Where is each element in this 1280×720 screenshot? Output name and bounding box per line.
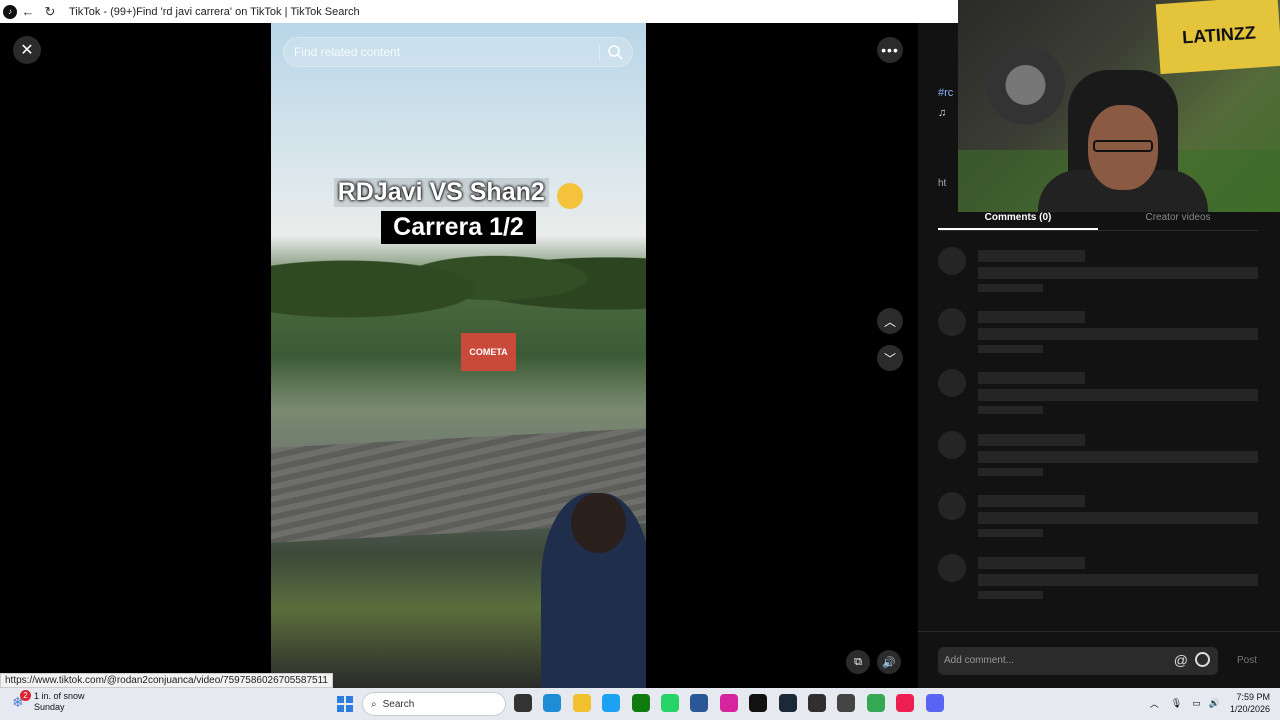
link-status-preview: https://www.tiktok.com/@rodan2conjuanca/… — [0, 673, 333, 688]
snow-icon: ❄ 2 — [12, 690, 31, 710]
chrome-icon[interactable] — [866, 694, 885, 712]
instagram-icon[interactable] — [719, 694, 738, 712]
system-tray: ︿ 🎙 ▭ 🔊 7:59 PM 1/20/2026 — [1150, 691, 1270, 715]
store-icon[interactable] — [690, 694, 709, 712]
comment-skeleton — [938, 247, 1258, 293]
volume-button[interactable]: 🔊 — [877, 650, 901, 674]
comment-placeholder: Add comment... — [944, 655, 1015, 666]
comment-skeleton — [938, 431, 1258, 477]
search-divider — [599, 45, 600, 61]
video-viewer: ✕ COMETA Find related content RDJavi VS … — [0, 23, 918, 688]
more-options-button[interactable]: ••• — [877, 37, 903, 63]
clock-date: 1/20/2026 — [1229, 704, 1270, 714]
back-icon[interactable]: ← — [17, 4, 39, 19]
webcam-overlay: LATINZZ — [958, 0, 1280, 212]
steam-icon[interactable] — [778, 694, 797, 712]
search-icon[interactable] — [607, 44, 623, 60]
search-icon: ⌕ — [371, 698, 377, 710]
webcam-motorcycle — [978, 40, 1073, 130]
reload-icon[interactable]: ↻ — [39, 4, 61, 20]
browser-title-bar: ♪ ← ↻ TikTok - (99+)Find 'rd javi carrer… — [0, 0, 958, 23]
video-billboard: COMETA — [461, 333, 516, 371]
related-content-search[interactable]: Find related content — [283, 37, 633, 67]
weather-widget[interactable]: ❄ 2 1 in. of snow Sunday — [12, 690, 85, 713]
previous-video-button[interactable]: ︿ — [877, 308, 903, 334]
caption-line-2: Carrera 1/2 — [381, 210, 536, 244]
taskbar-search[interactable]: ⌕ Search — [362, 692, 506, 716]
music-peek-icon: ♫ — [938, 107, 947, 119]
video-caption: RDJavi VS Shan2 Carrera 1/2 — [271, 178, 646, 244]
close-button[interactable]: ✕ — [13, 36, 41, 64]
tiktok-red-icon[interactable] — [896, 694, 915, 712]
network-icon[interactable]: ▭ — [1192, 698, 1201, 709]
hashtag-peek[interactable]: #rc — [938, 87, 953, 99]
clock[interactable]: 7:59 PM 1/20/2026 — [1230, 691, 1270, 715]
chevron-up-icon[interactable]: ︿ — [1150, 697, 1159, 710]
picture-in-picture-button[interactable]: ⧉ — [846, 650, 870, 674]
windows-taskbar: ❄ 2 1 in. of snow Sunday ⌕ Search ︿ 🎙 ▭ 🔊… — [0, 688, 1280, 720]
post-button[interactable]: Post — [1237, 655, 1257, 666]
video-scene-head — [571, 493, 626, 553]
clock-time: 7:59 PM — [1236, 692, 1270, 702]
task-view-icon[interactable] — [514, 694, 532, 712]
discord-icon[interactable] — [925, 694, 944, 712]
weather-text: 1 in. of snow — [34, 691, 85, 701]
tab-creator-videos[interactable]: Creator videos — [1098, 209, 1258, 230]
comment-skeleton — [938, 308, 1258, 354]
edge-icon[interactable] — [543, 694, 562, 712]
comment-composer: Add comment... @ Post — [918, 631, 1280, 688]
weather-day: Sunday — [34, 702, 65, 712]
next-video-button[interactable]: ﹀ — [877, 345, 903, 371]
video-frame[interactable]: COMETA — [271, 23, 646, 688]
comment-skeleton — [938, 369, 1258, 415]
whatsapp-icon[interactable] — [661, 694, 679, 712]
comment-skeleton — [938, 554, 1258, 600]
tiktok-favicon-icon: ♪ — [3, 4, 17, 19]
flushed-emoji-icon — [557, 182, 584, 209]
speaker-icon[interactable]: 🔊 — [1209, 698, 1220, 709]
mention-icon[interactable]: @ — [1174, 652, 1188, 668]
microphone-icon[interactable]: 🎙 — [1171, 698, 1182, 709]
webcam-graffiti-logo: LATINZZ — [1155, 0, 1280, 75]
panel-tabs: Comments (0) Creator videos — [938, 209, 1258, 231]
obs-icon[interactable] — [808, 694, 826, 712]
caption-line-1: RDJavi VS Shan2 — [333, 178, 549, 207]
comment-skeleton — [938, 492, 1258, 538]
tab-comments[interactable]: Comments (0) — [938, 209, 1098, 230]
link-peek[interactable]: ht — [938, 178, 946, 189]
start-button[interactable] — [337, 696, 353, 712]
page-title: TikTok - (99+)Find 'rd javi carrera' on … — [69, 5, 360, 18]
xbox-icon[interactable] — [631, 694, 650, 712]
emoji-icon[interactable] — [1195, 652, 1210, 667]
taskbar-search-label: Search — [382, 698, 415, 710]
app-icon[interactable] — [837, 694, 856, 712]
twitter-icon[interactable] — [602, 694, 621, 712]
tiktok-icon[interactable] — [749, 694, 768, 712]
comment-input[interactable]: Add comment... @ — [938, 647, 1218, 675]
search-placeholder: Find related content — [294, 45, 401, 59]
file-explorer-icon[interactable] — [572, 694, 591, 712]
weather-badge: 2 — [20, 690, 31, 701]
webcam-glasses — [1093, 140, 1153, 152]
